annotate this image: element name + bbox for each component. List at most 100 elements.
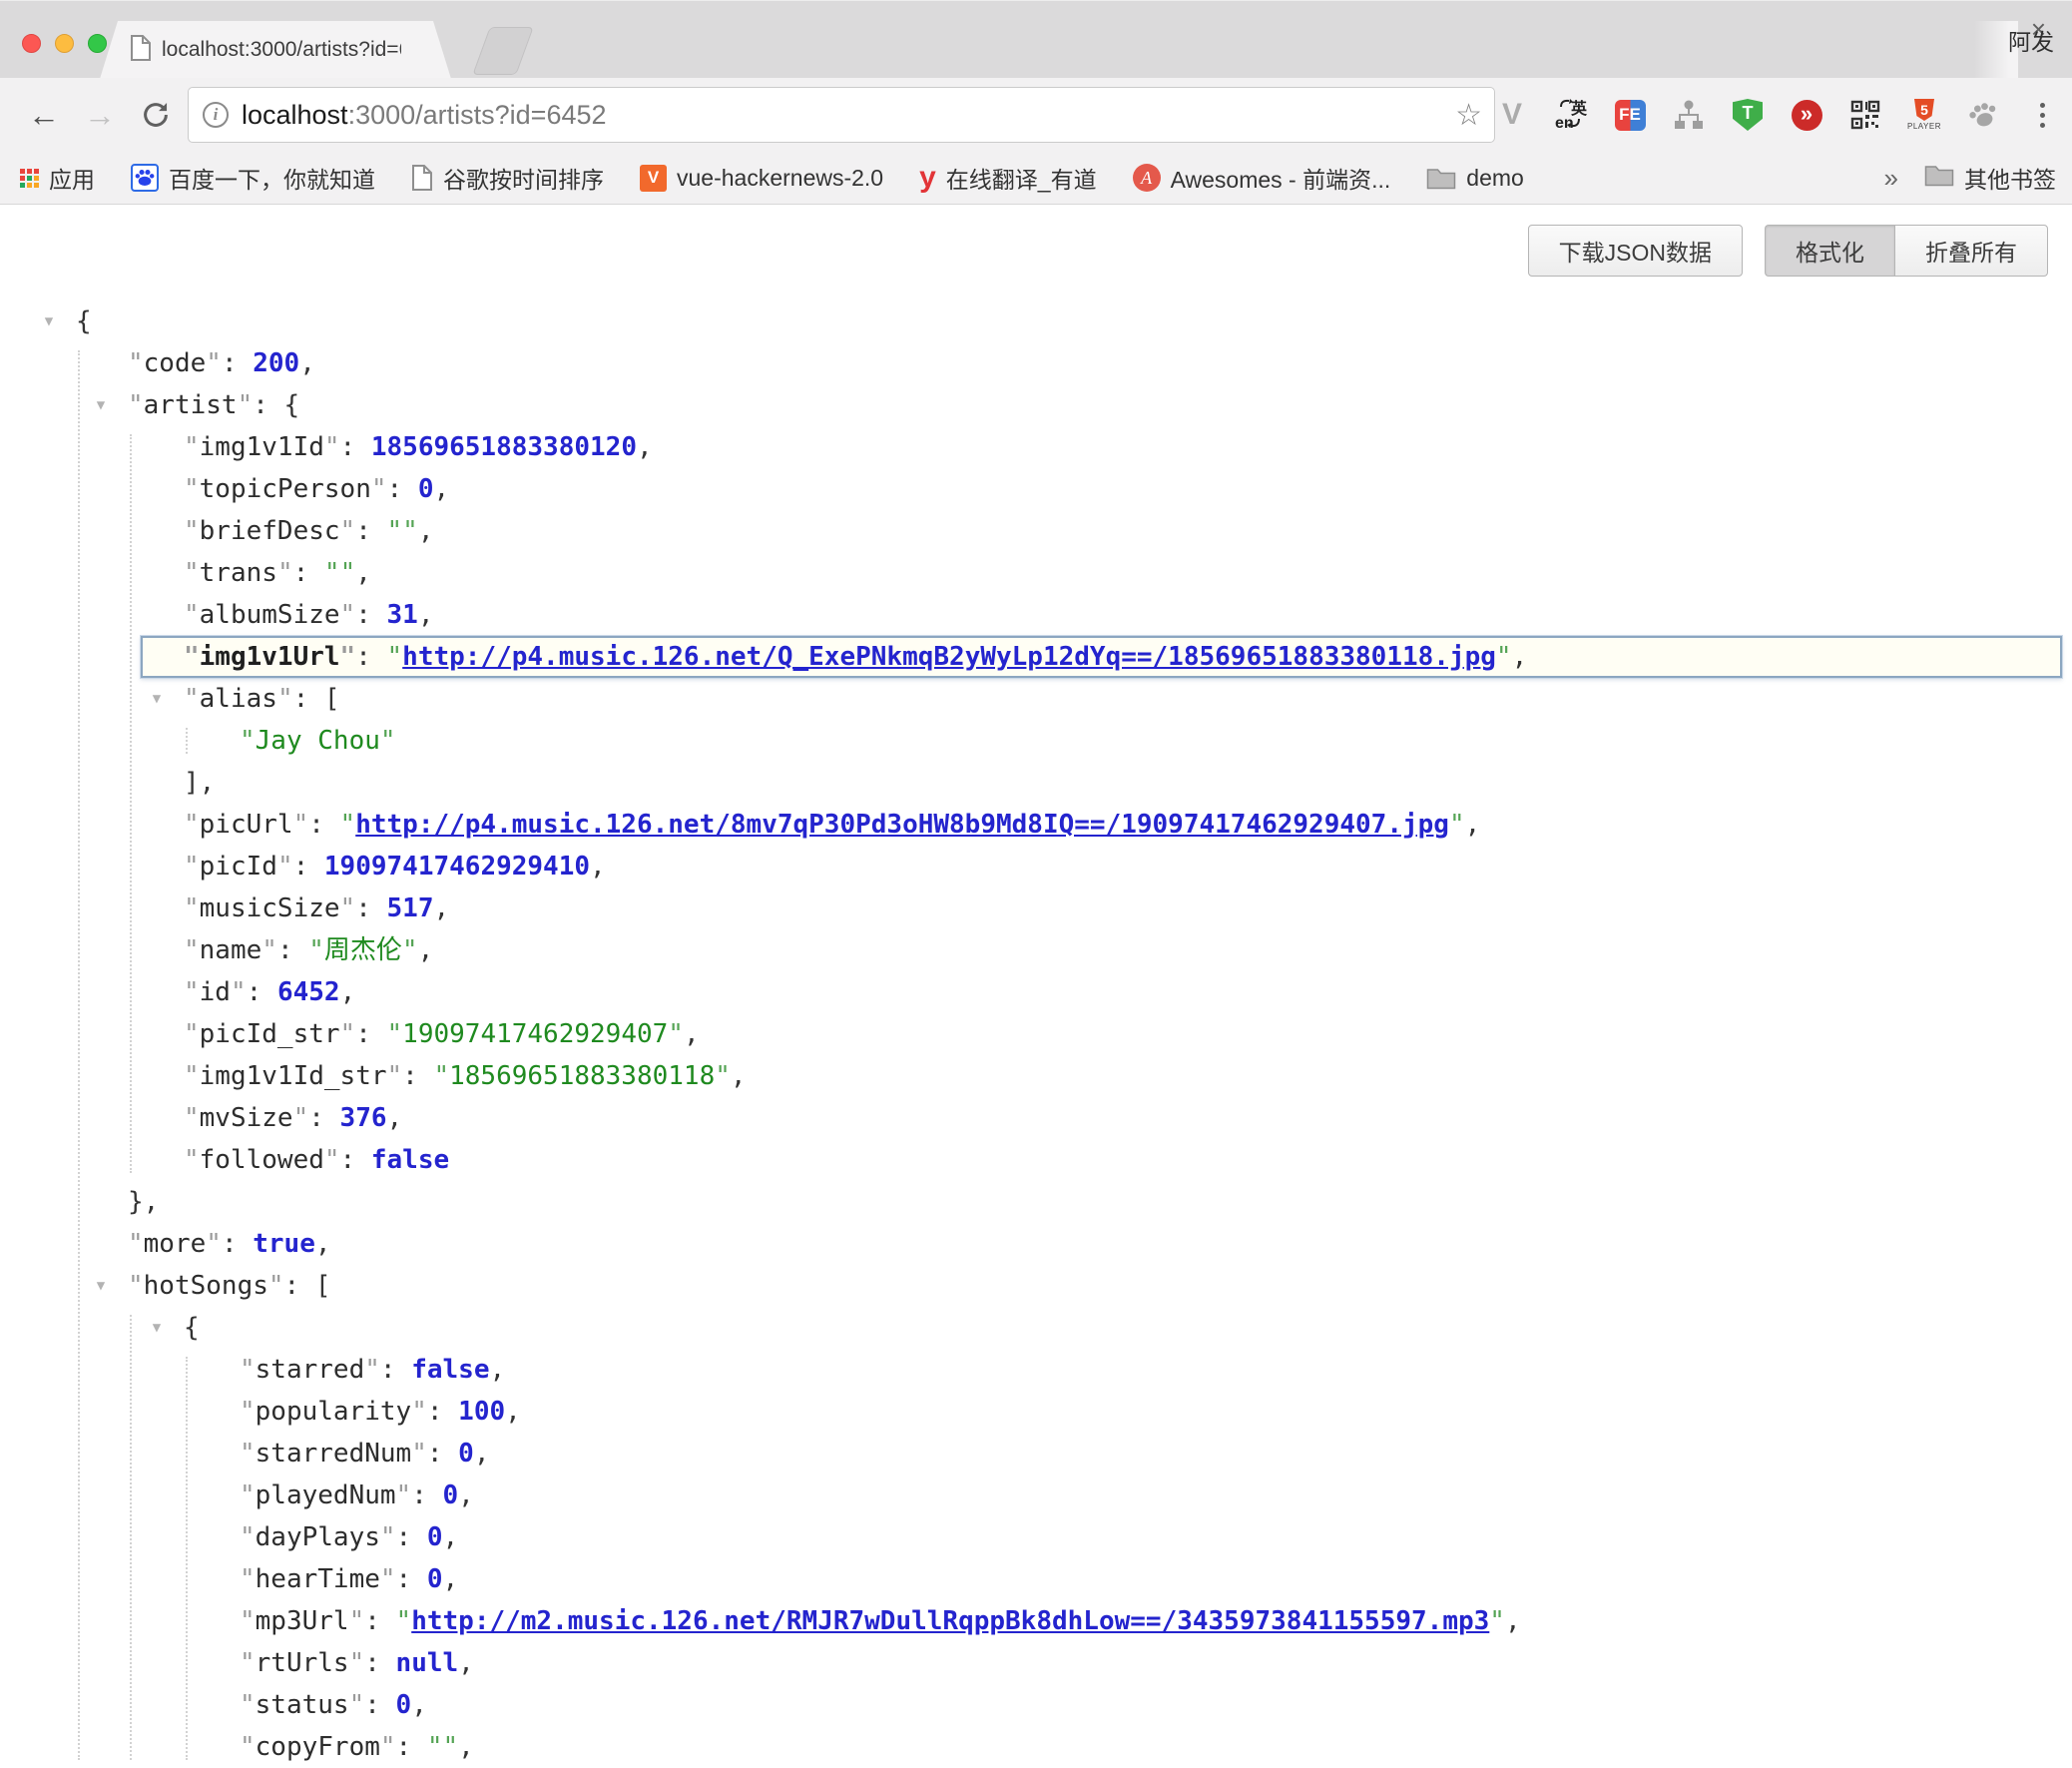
bookmark-demo[interactable]: demo	[1426, 165, 1524, 192]
json-key: playedNum	[240, 1480, 411, 1510]
tampermonkey-icon[interactable]: T	[1732, 97, 1764, 133]
json-punctuation: ,	[433, 893, 449, 923]
fe-helper-icon[interactable]: FE	[1614, 97, 1646, 133]
json-punctuation: :	[277, 935, 308, 965]
json-line: mvSize: 376,	[0, 1097, 2072, 1139]
json-url-link[interactable]: http://p4.music.126.net/8mv7qP30Pd3oHW8b…	[355, 810, 1449, 840]
address-bar[interactable]: i localhost:3000/artists?id=6452 ☆	[188, 87, 1495, 143]
bookmark-awesomes[interactable]: AAwesomes - 前端资...	[1133, 161, 1391, 195]
json-punctuation: :	[293, 558, 324, 588]
json-key: albumSize	[184, 600, 355, 630]
bookmark-google-sort[interactable]: 谷歌按时间排序	[411, 161, 604, 195]
json-line: playedNum: 0,	[0, 1474, 2072, 1516]
sitemap-icon[interactable]	[1673, 97, 1705, 133]
json-key: topicPerson	[184, 474, 387, 504]
json-punctuation: :	[355, 893, 386, 923]
json-punctuation: :	[340, 432, 371, 462]
translator-icon[interactable]: 英en	[1555, 97, 1587, 133]
bookmark-label: vue-hackernews-2.0	[677, 165, 883, 192]
collapse-toggle-icon[interactable]: ▼	[146, 678, 168, 720]
json-line: status: 0,	[0, 1684, 2072, 1726]
json-value-number: 0	[458, 1439, 474, 1469]
other-bookmarks-label: 其他书签	[1964, 161, 2056, 195]
json-punctuation: ,	[443, 1564, 459, 1594]
json-punctuation: ,	[684, 1019, 700, 1049]
json-line: starred: false,	[0, 1349, 2072, 1391]
collapse-toggle-icon[interactable]: ▼	[90, 1265, 112, 1307]
bookmark-youdao-translate[interactable]: y 在线翻译_有道	[919, 161, 1096, 195]
format-button[interactable]: 格式化	[1765, 225, 1894, 277]
back-button[interactable]: ←	[22, 78, 66, 152]
bookmarks-overflow-button[interactable]: »	[1884, 163, 1898, 194]
close-window-button[interactable]	[22, 34, 41, 53]
json-url-link[interactable]: http://p4.music.126.net/Q_ExePNkmqB2yWyL…	[402, 642, 1496, 672]
json-url-link[interactable]: http://m2.music.126.net/RMJR7wDullRqppBk…	[411, 1606, 1489, 1636]
url-text[interactable]: localhost:3000/artists?id=6452	[242, 100, 607, 131]
folder-icon	[1924, 163, 1954, 193]
json-punctuation: ,	[340, 977, 356, 1007]
bookmark-label: 应用	[49, 161, 95, 195]
json-punctuation: :	[396, 1732, 427, 1762]
new-tab-button[interactable]	[472, 27, 533, 75]
json-key: trans	[184, 558, 293, 588]
json-line: picId_str: 19097417462929407,	[0, 1013, 2072, 1055]
collapse-toggle-icon[interactable]: ▼	[90, 384, 112, 426]
video-fastforward-icon[interactable]: »	[1791, 97, 1822, 133]
view-mode-group: 格式化 折叠所有	[1765, 225, 2048, 277]
json-value-string: 19097417462929407	[387, 1019, 684, 1049]
bookmarks-right: » 其他书签	[1884, 152, 2056, 204]
bookmark-label: 在线翻译_有道	[946, 161, 1097, 195]
json-punctuation: ,	[458, 1480, 474, 1510]
youdao-y-icon: y	[919, 165, 936, 191]
json-punctuation: :	[355, 600, 386, 630]
json-line: followed: false	[0, 1139, 2072, 1181]
qr-code-icon[interactable]	[1849, 97, 1881, 133]
paw-icon[interactable]	[1967, 97, 1999, 133]
reload-button[interactable]	[134, 78, 178, 152]
vue-devtools-icon[interactable]: V	[1496, 97, 1528, 133]
collapse-toggle-icon[interactable]: ▼	[38, 300, 60, 342]
bookmark-vue-hackernews[interactable]: Vvue-hackernews-2.0	[640, 165, 883, 192]
json-key: briefDesc	[184, 516, 355, 546]
collapse-toggle-icon[interactable]: ▼	[146, 1307, 168, 1349]
page-icon	[130, 34, 152, 67]
bookmark-baidu[interactable]: 百度一下，你就知道	[131, 161, 375, 195]
json-punctuation: :	[222, 1229, 253, 1259]
json-line: topicPerson: 0,	[0, 468, 2072, 510]
json-key: picId_str	[184, 1019, 355, 1049]
json-punctuation: :	[402, 1061, 433, 1091]
json-value-number: 6452	[277, 977, 340, 1007]
json-punctuation: :	[364, 1606, 395, 1636]
url-path: :3000/artists?id=6452	[348, 100, 607, 130]
json-punctuation: ,	[433, 474, 449, 504]
json-key: followed	[184, 1145, 340, 1175]
json-value-string	[324, 558, 355, 588]
indent-guide	[186, 1357, 188, 1760]
json-punctuation: ,	[315, 1229, 331, 1259]
menu-dots-icon[interactable]	[2026, 97, 2058, 133]
json-value-number: true	[253, 1229, 315, 1259]
forward-button[interactable]: →	[78, 78, 122, 152]
profile-name[interactable]: 阿发	[2008, 1, 2054, 79]
zoom-window-button[interactable]	[88, 34, 107, 53]
download-json-button[interactable]: 下载JSON数据	[1528, 225, 1743, 277]
awesomes-a-icon: A	[1133, 164, 1161, 192]
collapse-all-button[interactable]: 折叠所有	[1894, 225, 2048, 277]
bookmark-star-icon[interactable]: ☆	[1455, 98, 1482, 133]
json-line: mp3Url: http://m2.music.126.net/RMJR7wDu…	[0, 1600, 2072, 1642]
json-punctuation: :	[355, 1019, 386, 1049]
json-tree: ▼{code: 200,▼artist: {img1v1Id: 18569651…	[0, 300, 2072, 1768]
json-value-number: null	[396, 1648, 459, 1678]
bookmark-apps[interactable]: 应用	[20, 161, 95, 195]
json-value-number: 31	[387, 600, 418, 630]
json-line: musicSize: 517,	[0, 887, 2072, 929]
json-key: popularity	[240, 1397, 427, 1427]
active-tab[interactable]: localhost:3000/artists?id=645	[100, 21, 451, 79]
html5-player-icon[interactable]: 5PLAYER	[1908, 97, 1940, 133]
info-icon[interactable]: i	[203, 102, 229, 128]
json-key: status	[240, 1690, 364, 1720]
json-line: name: 周杰伦,	[0, 929, 2072, 971]
other-bookmarks-folder[interactable]: 其他书签	[1924, 161, 2056, 195]
json-key: copyFrom	[240, 1732, 396, 1762]
minimize-window-button[interactable]	[55, 34, 74, 53]
